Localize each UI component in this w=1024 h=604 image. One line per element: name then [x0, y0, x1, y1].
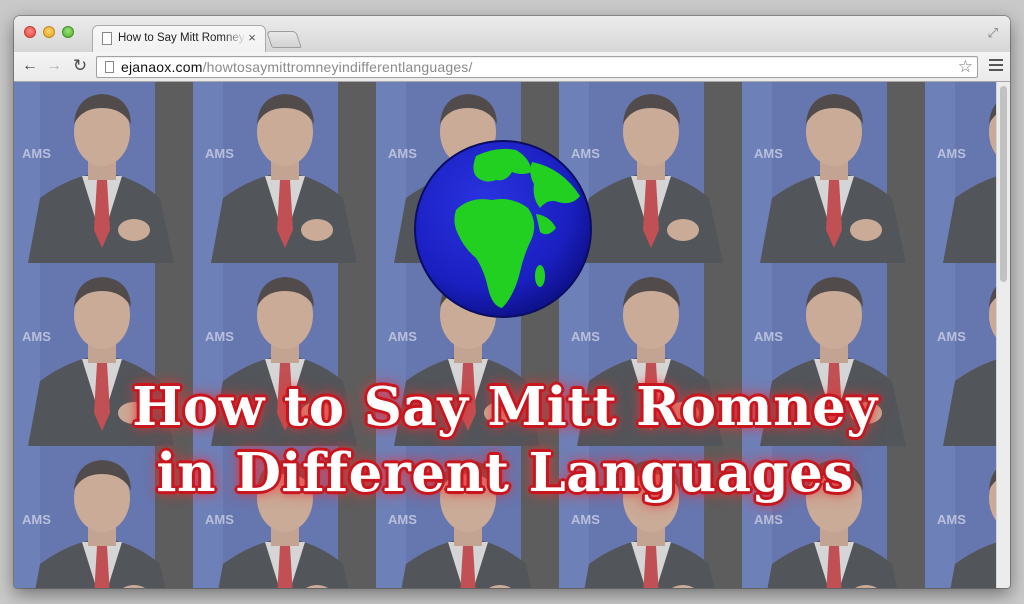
tab-title: How to Say Mitt Romney in Different Lang…	[118, 32, 246, 44]
vertical-scrollbar[interactable]	[996, 82, 1010, 588]
menu-icon[interactable]	[989, 59, 1003, 74]
page-icon	[105, 61, 114, 73]
fullscreen-icon[interactable]: ⤢	[988, 25, 998, 41]
url-text[interactable]: ejanaox.com/howtosaymittromneyindifferen…	[121, 59, 473, 76]
reload-button[interactable]: ↻	[70, 56, 90, 76]
forward-button[interactable]: →	[44, 56, 64, 76]
bookmark-star-icon[interactable]: ☆	[958, 57, 973, 77]
browser-toolbar: ← → ↻ ejanaox.com/howtosaymittromneyindi…	[14, 52, 1010, 82]
url-domain: ejanaox.com	[121, 59, 203, 75]
page-icon	[102, 32, 112, 45]
back-button[interactable]: ←	[20, 56, 40, 76]
url-path: /howtosaymittromneyindifferentlanguages/	[202, 59, 473, 75]
scrollbar-thumb[interactable]	[1000, 86, 1007, 282]
page-headline: How to Say Mitt Romney in Different Lang…	[14, 374, 996, 506]
address-bar[interactable]: ejanaox.com/howtosaymittromneyindifferen…	[96, 56, 978, 78]
browser-window: How to Say Mitt Romney in Different Lang…	[14, 16, 1010, 588]
browser-tab[interactable]: How to Say Mitt Romney in Different Lang…	[92, 25, 266, 52]
maximize-window-button[interactable]	[62, 26, 74, 38]
tab-close-icon[interactable]: ×	[245, 30, 259, 46]
globe-icon	[414, 140, 592, 318]
headline-line-2: in Different Languages	[156, 442, 854, 504]
close-window-button[interactable]	[24, 26, 36, 38]
minimize-window-button[interactable]	[43, 26, 55, 38]
title-bar: How to Say Mitt Romney in Different Lang…	[14, 16, 1010, 52]
page-viewport: AMS	[14, 82, 1010, 588]
headline-line-1: How to Say Mitt Romney	[132, 376, 878, 438]
new-tab-button[interactable]	[266, 31, 302, 48]
